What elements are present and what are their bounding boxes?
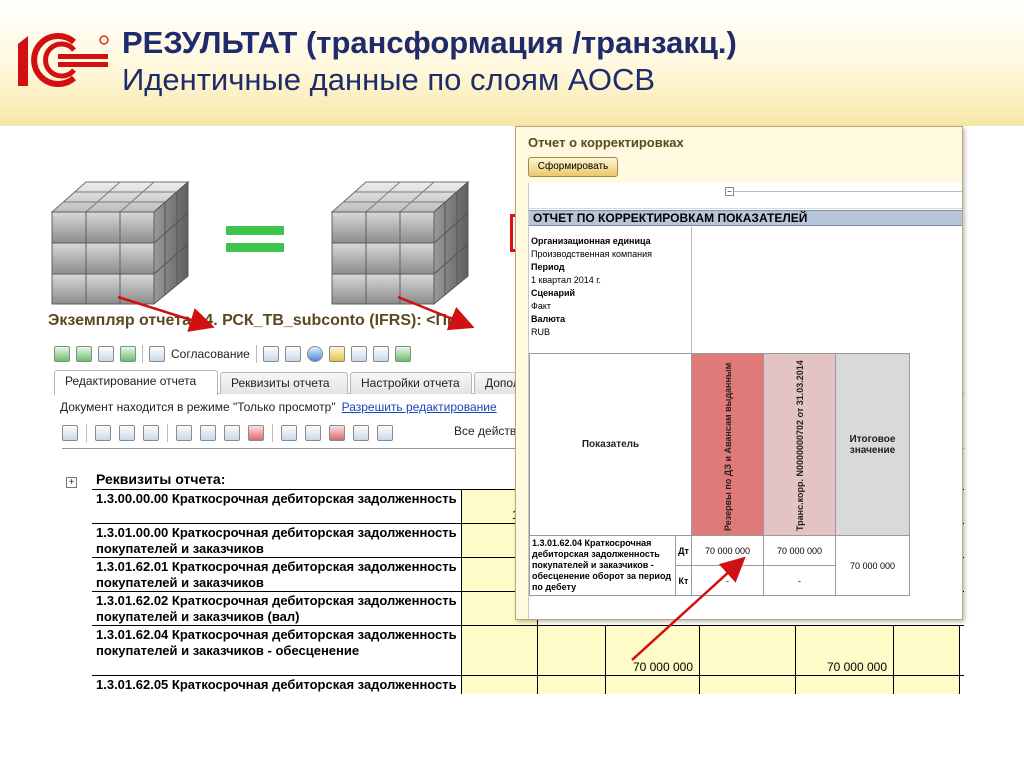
credit-reserves-value: - [691, 565, 764, 596]
debit-label: Дт [675, 535, 692, 566]
tab-report-requisites[interactable]: Реквизиты отчета [220, 372, 348, 394]
param-value: Производственная компания [531, 249, 652, 259]
credit-transaction-value: - [763, 565, 836, 596]
grouping-ruler: − [529, 183, 962, 209]
equals-sign-icon [226, 226, 284, 252]
allow-editing-link[interactable]: Разрешить редактирование [342, 400, 497, 414]
slide-title-line2: Идентичные данные по слоям АОСВ [122, 62, 656, 97]
build-report-button[interactable]: Сформировать [528, 157, 618, 177]
all-actions-menu[interactable]: Все действ [454, 424, 516, 438]
delete-icon[interactable] [248, 425, 264, 441]
credit-label: Кт [675, 565, 692, 596]
approval-dropdown[interactable]: Согласование [171, 347, 250, 361]
approval-icon [149, 346, 165, 362]
table-row: 1.3.01.62.04 Краткосрочная дебиторская з… [92, 625, 964, 675]
row-label: 1.3.01.62.05 Краткосрочная дебиторская з… [92, 676, 462, 694]
reserves-column-header: Резервы по ДЗ и Авансам выданным [691, 353, 764, 536]
param-label: Валюта [531, 314, 566, 324]
add-row-icon[interactable] [176, 425, 192, 441]
row-label: 1.3.01.00.00 Краткосрочная дебиторская з… [92, 524, 462, 557]
report-header: ОТЧЕТ ПО КОРРЕКТИРОВКАМ ПОКАЗАТЕЛЕЙ [529, 210, 962, 226]
insert-icon[interactable] [200, 425, 216, 441]
param-label: Сценарий [531, 288, 576, 298]
debit-transaction-value: 70 000 000 [763, 535, 836, 566]
debit-reserves-value: 70 000 000 [691, 535, 764, 566]
report-parameters: Организационная единица Производственная… [531, 235, 691, 339]
expand-icon[interactable]: + [66, 477, 77, 488]
read-only-mode-bar: Документ находится в режиме "Только прос… [60, 400, 497, 414]
globe-icon[interactable] [306, 346, 323, 362]
calculate-icon[interactable] [372, 346, 389, 362]
olap-cube-right-icon [331, 181, 469, 305]
slide-title-line1: РЕЗУЛЬТАТ (трансформация /транзакц.) [122, 25, 737, 60]
row-label: 1.3.01.62.01 Краткосрочная дебиторская з… [92, 558, 462, 591]
param-label: Организационная единица [531, 236, 651, 246]
filter-settings-icon[interactable] [305, 425, 321, 441]
param-value: Факт [531, 301, 552, 311]
corrections-table: Показатель Резервы по ДЗ и Авансам выдан… [529, 353, 910, 596]
chart-icon[interactable] [328, 346, 345, 362]
upload-icon[interactable] [394, 346, 411, 362]
row-label: 1.3.01.62.04 Краткосрочная дебиторская з… [92, 626, 462, 675]
requisites-label: Реквизиты отчета: [96, 471, 226, 487]
sort-asc-icon[interactable] [353, 425, 369, 441]
refresh-icon[interactable] [76, 346, 92, 362]
cell-value: 70 000 000 [826, 660, 887, 674]
param-value: RUB [531, 327, 551, 337]
table-row: 1.3.01.62.05 Краткосрочная дебиторская з… [92, 675, 964, 694]
filter-icon[interactable] [281, 425, 297, 441]
transaction-column-header: Транс.корр. N0000000702 от 31.03.2014 [763, 353, 836, 536]
param-label: Период [531, 262, 565, 272]
corrections-report-window: Отчет о корректировках Сформировать − ОТ… [515, 126, 963, 620]
add-icon[interactable] [54, 346, 70, 362]
row-label: 1.3.00.00.00 Краткосрочная дебиторская з… [92, 490, 462, 523]
sort-desc-icon[interactable] [377, 425, 393, 441]
import-icon[interactable] [350, 346, 367, 362]
total-value: 70 000 000 [835, 535, 910, 596]
collapse-icon[interactable]: − [725, 187, 734, 196]
document-icon[interactable] [262, 346, 279, 362]
indicator-header: Показатель [529, 353, 692, 536]
tab-edit-report[interactable]: Редактирование отчета [54, 370, 218, 395]
structure-icon[interactable] [98, 346, 114, 362]
total-header: Итоговое значение [835, 353, 910, 536]
corrections-window-title: Отчет о корректировках [528, 135, 684, 150]
clear-filter-icon[interactable] [329, 425, 345, 441]
read-only-mode-text: Документ находится в режиме "Только прос… [60, 400, 336, 414]
olap-cube-left-icon [50, 180, 190, 306]
export-icon[interactable] [284, 346, 301, 362]
slide-title: РЕЗУЛЬТАТ (трансформация /транзакц.) Иде… [122, 24, 1002, 98]
report-sheet: − ОТЧЕТ ПО КОРРЕКТИРОВКАМ ПОКАЗАТЕЛЕЙ Ор… [528, 183, 962, 619]
slide-header: РЕЗУЛЬТАТ (трансформация /транзакц.) Иде… [0, 0, 1024, 126]
tab-report-settings[interactable]: Настройки отчета [350, 372, 472, 394]
param-value: 1 квартал 2014 г. [531, 275, 601, 285]
row-label: 1.3.01.62.02 Краткосрочная дебиторская з… [92, 592, 462, 625]
cell-value: 70 000 000 [632, 660, 693, 674]
copy-icon[interactable] [119, 425, 135, 441]
edit-cell-icon[interactable] [224, 425, 240, 441]
columns-icon[interactable] [95, 425, 111, 441]
row-label: 1.3.01.62.04 Краткосрочная дебиторская з… [529, 535, 676, 596]
table-icon[interactable] [62, 425, 78, 441]
edit-icon[interactable] [120, 346, 136, 362]
1c-logo [18, 33, 109, 87]
paste-icon[interactable] [143, 425, 159, 441]
